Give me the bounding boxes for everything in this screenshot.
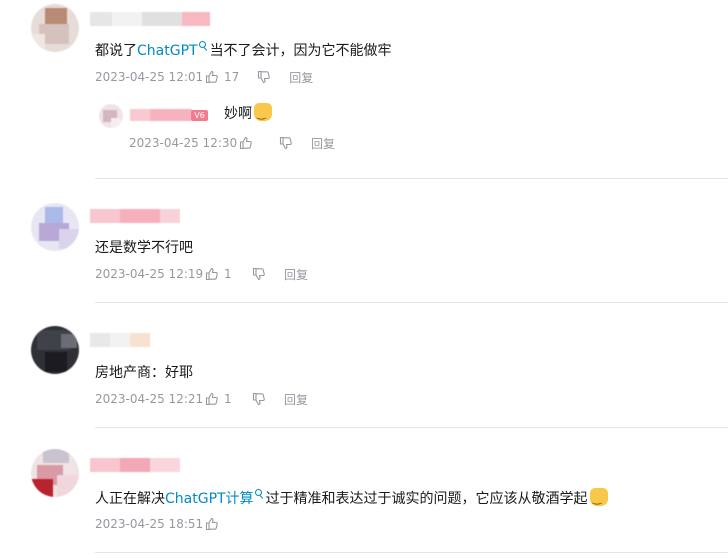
thumb-down-icon (258, 70, 271, 84)
divider (95, 427, 728, 428)
avatar[interactable] (31, 326, 79, 374)
username-blurred[interactable] (90, 12, 210, 26)
comment-text: 房地产商：好耶 (95, 365, 193, 381)
thumb-down-icon (252, 267, 265, 281)
reply-button[interactable]: 回复 (284, 266, 308, 283)
dislike-button[interactable] (252, 267, 266, 281)
dog-emoji-icon (589, 488, 608, 509)
divider (95, 552, 728, 553)
like-button[interactable]: 1 (205, 267, 234, 281)
reply-text: 妙啊 (224, 103, 272, 124)
username-blurred[interactable] (90, 333, 210, 347)
comment-time: 2023-04-25 12:19 (95, 267, 204, 281)
dislike-button[interactable] (257, 70, 271, 84)
like-button[interactable] (205, 517, 219, 531)
like-button[interactable]: 1 (205, 392, 234, 406)
reply-button[interactable]: 回复 (311, 135, 335, 152)
like-button[interactable]: 17 (205, 70, 239, 84)
reply-username-blurred[interactable] (130, 109, 192, 121)
search-icon[interactable] (254, 489, 264, 501)
divider (95, 302, 728, 303)
comment-time: 2023-04-25 18:51 (95, 517, 204, 531)
thumb-down-icon (279, 136, 292, 150)
comment-time: 2023-04-25 12:21 (95, 392, 204, 406)
avatar[interactable] (31, 203, 79, 251)
divider (95, 178, 728, 179)
comment-meta: 2023-04-25 12:19 1 回复 (95, 266, 308, 282)
comment-text: 都说了ChatGPT 当不了会计，因为它不能做牢 (95, 41, 392, 59)
username-blurred[interactable] (90, 458, 210, 472)
reply-avatar[interactable] (99, 104, 123, 128)
like-button[interactable] (239, 136, 253, 150)
level-badge: V6 (191, 110, 208, 121)
reply-meta: 2023-04-25 12:30 回复 (129, 135, 335, 151)
comment-meta: 2023-04-25 12:01 17 回复 (95, 69, 313, 85)
reply-button[interactable]: 回复 (289, 69, 313, 86)
cat-emoji-icon (254, 103, 272, 124)
dislike-button[interactable] (252, 392, 266, 406)
like-count: 1 (224, 267, 232, 281)
dislike-button[interactable] (279, 136, 293, 150)
search-icon[interactable] (198, 41, 208, 53)
thumb-up-icon (205, 392, 218, 406)
thumb-up-icon (205, 70, 218, 84)
thumb-up-icon (205, 267, 218, 281)
comment-meta: 2023-04-25 12:21 1 回复 (95, 391, 308, 407)
avatar[interactable] (31, 4, 79, 52)
comment-meta: 2023-04-25 18:51 (95, 516, 237, 532)
comment-text: 人正在解决ChatGPT计算 过于精准和表达过于诚实的问题，它应该从敬酒学起 (95, 488, 608, 509)
avatar[interactable] (31, 449, 79, 497)
chatgpt-calc-link[interactable]: ChatGPT计算 (165, 491, 254, 507)
thumb-up-icon (205, 517, 218, 531)
thumb-up-icon (239, 136, 252, 150)
username-blurred[interactable] (90, 209, 210, 223)
reply-button[interactable]: 回复 (284, 391, 308, 408)
like-count: 1 (224, 392, 232, 406)
thumb-down-icon (252, 392, 265, 406)
like-count: 17 (224, 70, 240, 84)
chatgpt-link[interactable]: ChatGPT (137, 43, 198, 59)
reply-time: 2023-04-25 12:30 (129, 136, 238, 150)
comment-time: 2023-04-25 12:01 (95, 70, 204, 84)
comment-text: 还是数学不行吧 (95, 240, 193, 256)
